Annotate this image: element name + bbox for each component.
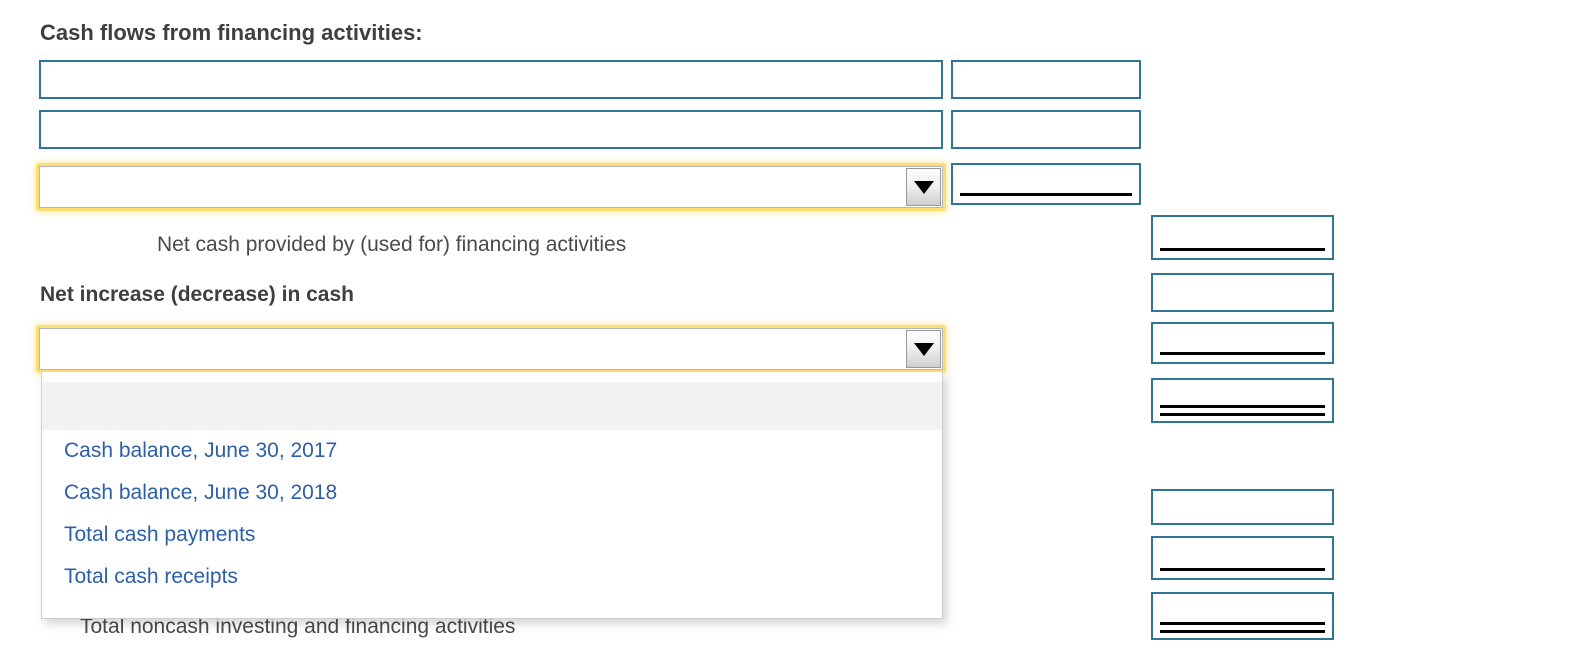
dropdown-option-total-cash-receipts[interactable]: Total cash receipts [42,556,942,598]
dropdown-option-total-cash-payments[interactable]: Total cash payments [42,514,942,556]
amount-input-row-3[interactable] [951,163,1141,205]
description-input-row-2[interactable] [39,110,943,149]
double-underline-rule-bottom [1160,413,1325,416]
total-input-row-2[interactable] [1151,273,1334,312]
total-input-noncash-row-1[interactable] [1151,489,1334,525]
cash-balance-select-dropdown[interactable]: Cash balance, June 30, 2017 Cash balance… [41,372,943,619]
label-net-increase-decrease-in-cash: Net increase (decrease) in cash [40,283,354,306]
amount-input-row-2[interactable] [951,110,1141,149]
financing-line-select-arrow-button[interactable] [906,168,941,206]
cash-balance-select-arrow-button[interactable] [906,330,941,368]
chevron-down-icon [913,342,934,356]
label-total-noncash-investing-financing: Total noncash investing and financing ac… [80,615,516,638]
section-heading-cash-flows-financing: Cash flows from financing activities: [40,20,423,45]
double-underline-rule-bottom [1160,630,1325,633]
single-underline-rule [1160,248,1325,251]
chevron-down-icon [913,180,934,194]
double-underline-rule-top [1160,622,1325,625]
total-input-net-cash-financing[interactable] [1151,215,1334,260]
total-input-net-increase-decrease[interactable] [1151,322,1334,364]
dropdown-option-blank[interactable] [42,382,942,430]
single-underline-rule [960,193,1132,196]
dropdown-bottom-spacer [42,598,942,618]
dropdown-option-cash-balance-2018[interactable]: Cash balance, June 30, 2018 [42,472,942,514]
cash-balance-select[interactable] [39,328,943,370]
single-underline-rule [1160,352,1325,355]
double-underline-rule-top [1160,405,1325,408]
total-input-noncash-total[interactable] [1151,592,1334,640]
description-input-row-1[interactable] [39,60,943,99]
single-underline-rule [1160,568,1325,571]
dropdown-top-spacer [42,372,942,382]
label-net-cash-provided-financing: Net cash provided by (used for) financin… [157,233,627,256]
total-input-noncash-row-2[interactable] [1151,536,1334,580]
amount-input-row-1[interactable] [951,60,1141,99]
dropdown-option-cash-balance-2017[interactable]: Cash balance, June 30, 2017 [42,430,942,472]
worksheet-canvas: Cash flows from financing activities: Ne… [0,0,1570,666]
financing-line-select[interactable] [39,166,943,208]
total-input-cash-balance[interactable] [1151,378,1334,423]
